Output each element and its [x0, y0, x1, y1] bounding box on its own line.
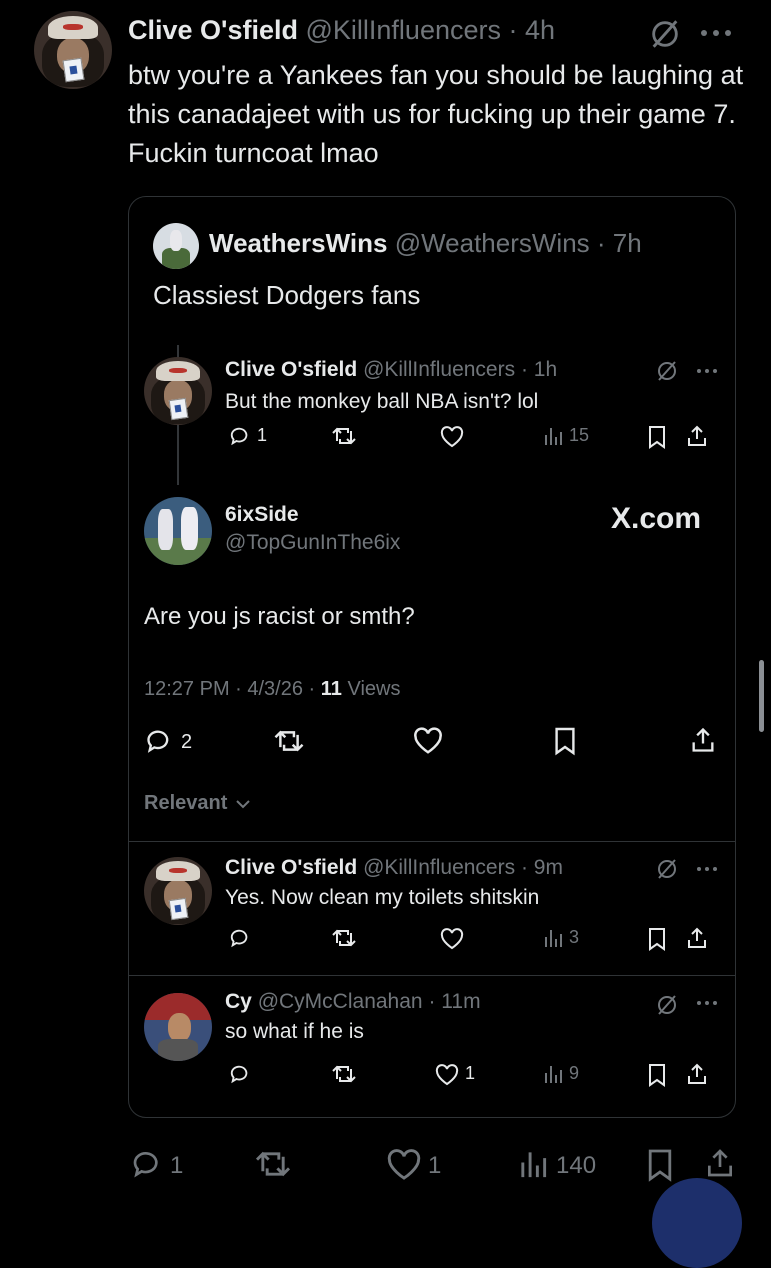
reply-count: 1	[170, 1152, 184, 1179]
handle[interactable]: @CyMcClanahan	[258, 990, 423, 1013]
reply-text: But the monkey ball NBA isn't? lol	[225, 390, 539, 413]
more-icon[interactable]	[695, 865, 719, 873]
quote-avatar[interactable]	[153, 223, 199, 269]
scrollbar[interactable]	[759, 660, 764, 732]
display-name[interactable]: Clive O'sfield	[128, 15, 298, 45]
views-icon[interactable]	[543, 425, 563, 447]
retweet-icon[interactable]	[273, 727, 305, 755]
quote-screenshot[interactable]: Clive O'sfield @KillInfluencers · 1h But…	[129, 341, 735, 1117]
quote-timestamp[interactable]: · 7h	[597, 228, 642, 258]
share-icon[interactable]	[689, 725, 717, 755]
bookmark-icon[interactable]	[646, 1148, 674, 1182]
avatar[interactable]	[144, 357, 212, 425]
focus-text: Are you js racist or smth?	[144, 603, 415, 630]
divider	[129, 841, 735, 842]
views-icon[interactable]	[518, 1148, 548, 1180]
view-count: 3	[569, 927, 580, 947]
reply-icon[interactable]	[145, 727, 173, 755]
avatar[interactable]	[144, 993, 212, 1061]
reply-icon[interactable]	[130, 1148, 164, 1180]
display-name[interactable]: 6ixSide	[225, 501, 299, 529]
views-icon[interactable]	[543, 927, 563, 949]
reply-header: Clive O'sfield @KillInfluencers · 1h	[225, 355, 557, 385]
bookmark-icon[interactable]	[647, 927, 667, 951]
grok-icon[interactable]	[648, 17, 682, 51]
bookmark-icon[interactable]	[647, 425, 667, 449]
more-icon[interactable]	[695, 999, 719, 1007]
watermark: X.com	[611, 502, 702, 535]
like-icon[interactable]	[440, 928, 464, 950]
timestamp[interactable]: · 4h	[509, 15, 556, 45]
avatar[interactable]	[144, 857, 212, 925]
reply-header: Cy @CyMcClanahan · 11m	[225, 987, 481, 1017]
bookmark-icon[interactable]	[647, 1063, 667, 1087]
grok-icon[interactable]	[655, 857, 679, 881]
reply-header: Clive O'sfield @KillInfluencers · 9m	[225, 853, 563, 883]
reply-text: Yes. Now clean my toilets shitskin	[225, 886, 540, 909]
view-count: 9	[569, 1063, 580, 1083]
timestamp[interactable]: · 11m	[428, 990, 480, 1013]
quote-card[interactable]: WeathersWins @WeathersWins · 7h Classies…	[128, 196, 736, 1118]
reply-text: so what if he is	[225, 1020, 364, 1043]
quote-text: Classiest Dodgers fans	[153, 280, 421, 310]
more-icon[interactable]	[695, 367, 719, 375]
tweet-header: Clive O'sfield @KillInfluencers · 4h	[128, 12, 555, 48]
quote-display-name[interactable]: WeathersWins	[209, 228, 387, 258]
divider	[129, 975, 735, 976]
handle[interactable]: @TopGunInThe6ix	[225, 529, 400, 557]
like-icon[interactable]	[386, 1149, 422, 1181]
handle[interactable]: @KillInfluencers	[363, 856, 515, 879]
more-icon[interactable]	[698, 28, 734, 38]
views-label: Views	[341, 678, 401, 700]
grok-icon[interactable]	[655, 993, 679, 1017]
retweet-icon[interactable]	[254, 1148, 292, 1180]
tweet-text: btw you're a Yankees fan you should be l…	[128, 60, 744, 168]
timestamp[interactable]: · 1h	[521, 358, 557, 381]
retweet-icon[interactable]	[331, 425, 357, 447]
reply-count: 1	[257, 425, 268, 445]
views-icon[interactable]	[543, 1063, 563, 1085]
reply-icon[interactable]	[229, 927, 251, 949]
bookmark-icon[interactable]	[553, 726, 577, 756]
quote-header: WeathersWins @WeathersWins · 7h	[209, 225, 642, 261]
reply-count: 2	[181, 731, 193, 753]
sort-label: Relevant	[144, 792, 228, 814]
sort-dropdown[interactable]: Relevant	[144, 789, 250, 817]
tweet-meta: 12:27 PM · 4/3/26 · 11 Views	[144, 675, 400, 703]
display-name[interactable]: Clive O'sfield	[225, 856, 357, 879]
view-count: 140	[556, 1152, 597, 1179]
retweet-icon[interactable]	[331, 927, 357, 949]
timestamp[interactable]: 12:27 PM · 4/3/26 ·	[144, 678, 321, 700]
quote-handle[interactable]: @WeathersWins	[395, 228, 590, 258]
like-icon[interactable]	[413, 727, 443, 755]
avatar[interactable]	[144, 497, 212, 565]
retweet-icon[interactable]	[331, 1063, 357, 1085]
like-count: 1	[465, 1063, 476, 1083]
share-icon[interactable]	[685, 926, 709, 950]
like-icon[interactable]	[435, 1064, 459, 1086]
like-icon[interactable]	[440, 426, 464, 448]
handle[interactable]: @KillInfluencers	[363, 358, 515, 381]
display-name[interactable]: Clive O'sfield	[225, 358, 357, 381]
display-name[interactable]: Cy	[225, 990, 252, 1013]
share-icon[interactable]	[685, 1062, 709, 1086]
view-count: 11	[320, 678, 342, 700]
reply-icon[interactable]	[229, 425, 251, 447]
reply-icon[interactable]	[229, 1063, 251, 1085]
handle[interactable]: @KillInfluencers	[306, 15, 502, 45]
grok-icon[interactable]	[655, 359, 679, 383]
like-count: 1	[428, 1152, 442, 1179]
compose-button[interactable]	[652, 1178, 742, 1268]
avatar[interactable]	[34, 11, 112, 89]
chevron-down-icon	[236, 799, 250, 809]
timestamp[interactable]: · 9m	[521, 856, 563, 879]
share-icon[interactable]	[704, 1146, 736, 1180]
view-count: 15	[569, 425, 590, 445]
share-icon[interactable]	[685, 424, 709, 448]
